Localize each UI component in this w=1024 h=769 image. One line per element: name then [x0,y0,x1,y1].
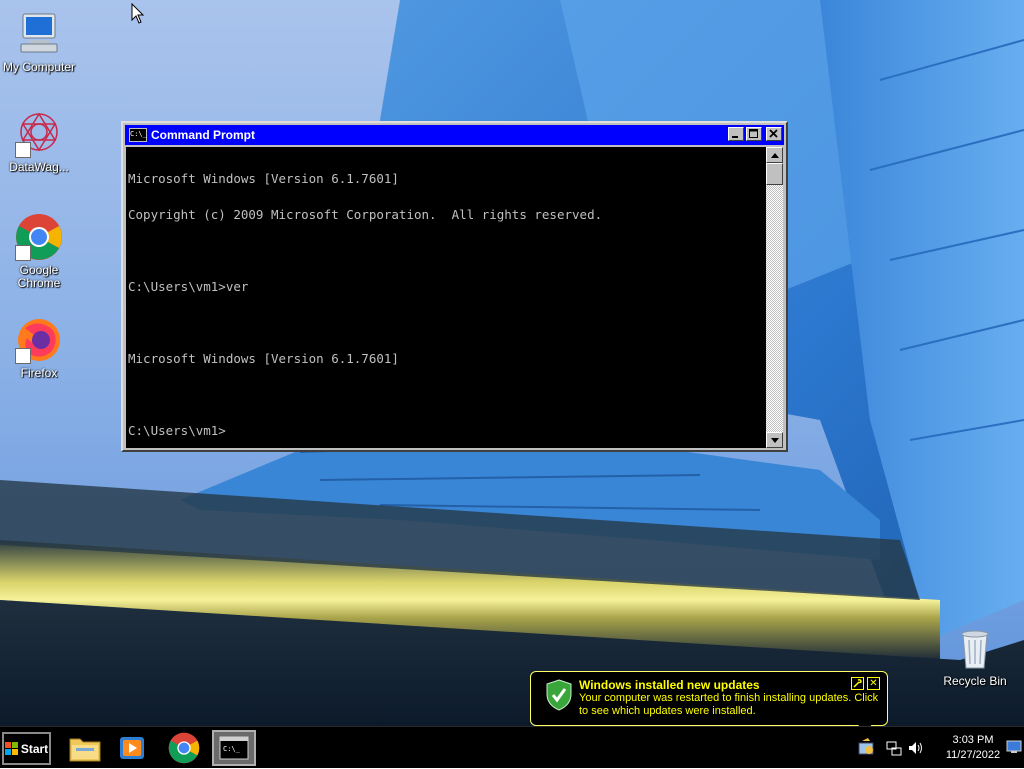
desktop-icon-label: Recycle Bin [943,674,1007,688]
desktop-icon-label: My Computer [2,60,76,74]
chrome-icon [168,732,200,764]
taskbar-command-prompt[interactable]: C:\_ [212,730,256,766]
console-line: Copyright (c) 2009 Microsoft Corporation… [128,207,603,222]
balloon-message[interactable]: Your computer was restarted to finish in… [579,692,879,718]
computer-icon [15,10,63,58]
desktop-icon-label: Google Chrome [17,263,61,290]
datawag-icon [15,110,63,158]
console-line: Microsoft Windows [Version 6.1.7601] [128,351,399,366]
balloon-close-button[interactable]: ✕ [867,677,880,690]
start-label: Start [20,741,49,756]
balloon-options-button[interactable] [851,677,864,690]
command-prompt-icon: C:\_ [219,736,249,760]
windows-logo-icon [4,741,18,755]
desktop-icon-my-computer[interactable]: My Computer [0,10,78,74]
start-button[interactable]: Start [2,732,51,765]
shield-check-icon [546,679,572,711]
console-prompt-line: C:\Users\vm1> [128,423,226,438]
vertical-scrollbar[interactable] [766,147,783,448]
clock-time: 3:03 PM [952,734,994,746]
console-line: Microsoft Windows [Version 6.1.7601] [128,171,399,186]
desktop: My Computer DataWag... Google Chrome Fir… [0,0,1024,726]
desktop-icon-google-chrome[interactable]: Google Chrome [0,213,78,290]
mouse-cursor-icon [131,3,145,24]
minimize-icon [732,136,738,138]
maximize-icon [749,129,758,138]
close-icon [769,129,778,138]
window-title: Command Prompt [151,128,256,142]
window-titlebar[interactable]: C:\_ Command Prompt [125,125,784,145]
balloon-title: Windows installed new updates [579,678,760,692]
command-prompt-window[interactable]: C:\_ Command Prompt Microsoft Windows [V… [121,121,788,452]
taskbar-chrome[interactable] [162,730,206,766]
system-tray: 3:03 PM 11/27/2022 [854,727,1024,769]
scrollbar-thumb[interactable] [766,163,783,185]
shortcut-arrow-icon [15,142,31,158]
clock[interactable]: 3:03 PM 11/27/2022 [942,733,1004,763]
desktop-icon-label: DataWag... [9,160,69,174]
desktop-icon-recycle-bin[interactable]: Recycle Bin [936,624,1014,688]
console-output[interactable]: Microsoft Windows [Version 6.1.7601] Cop… [126,147,767,448]
media-player-icon [120,737,144,759]
taskbar-file-explorer[interactable] [63,730,107,766]
volume-icon[interactable] [908,740,924,756]
desktop-icon-label: Firefox [20,366,58,380]
close-button[interactable] [766,127,782,141]
windows-update-icon[interactable] [856,737,876,757]
chrome-icon [15,213,63,261]
maximize-button[interactable] [746,127,762,141]
taskbar-media-player[interactable] [110,730,154,766]
folder-icon [69,738,101,762]
command-prompt-icon: C:\_ [129,128,147,142]
taskbar: Start C:\_ 3:03 PM 11/27/2022 [0,726,1024,768]
show-desktop-icon[interactable] [1006,739,1022,755]
update-notification-balloon[interactable]: Windows installed new updates Your compu… [530,671,888,726]
recycle-bin-icon [951,624,999,672]
scroll-up-button[interactable] [766,147,783,163]
desktop-icon-firefox[interactable]: Firefox [0,316,78,380]
clock-date: 11/27/2022 [945,749,1001,761]
svg-text:C:\_: C:\_ [223,745,241,753]
scroll-down-button[interactable] [766,432,783,448]
console-line: C:\Users\vm1>ver [128,279,249,294]
wrench-icon [853,679,862,688]
shortcut-arrow-icon [15,245,31,261]
network-icon[interactable] [886,740,902,756]
desktop-icon-datawag[interactable]: DataWag... [0,110,78,174]
firefox-icon [15,316,63,364]
arrow-up-icon [771,153,779,158]
minimize-button[interactable] [728,127,744,141]
arrow-down-icon [771,438,779,443]
shortcut-arrow-icon [15,348,31,364]
